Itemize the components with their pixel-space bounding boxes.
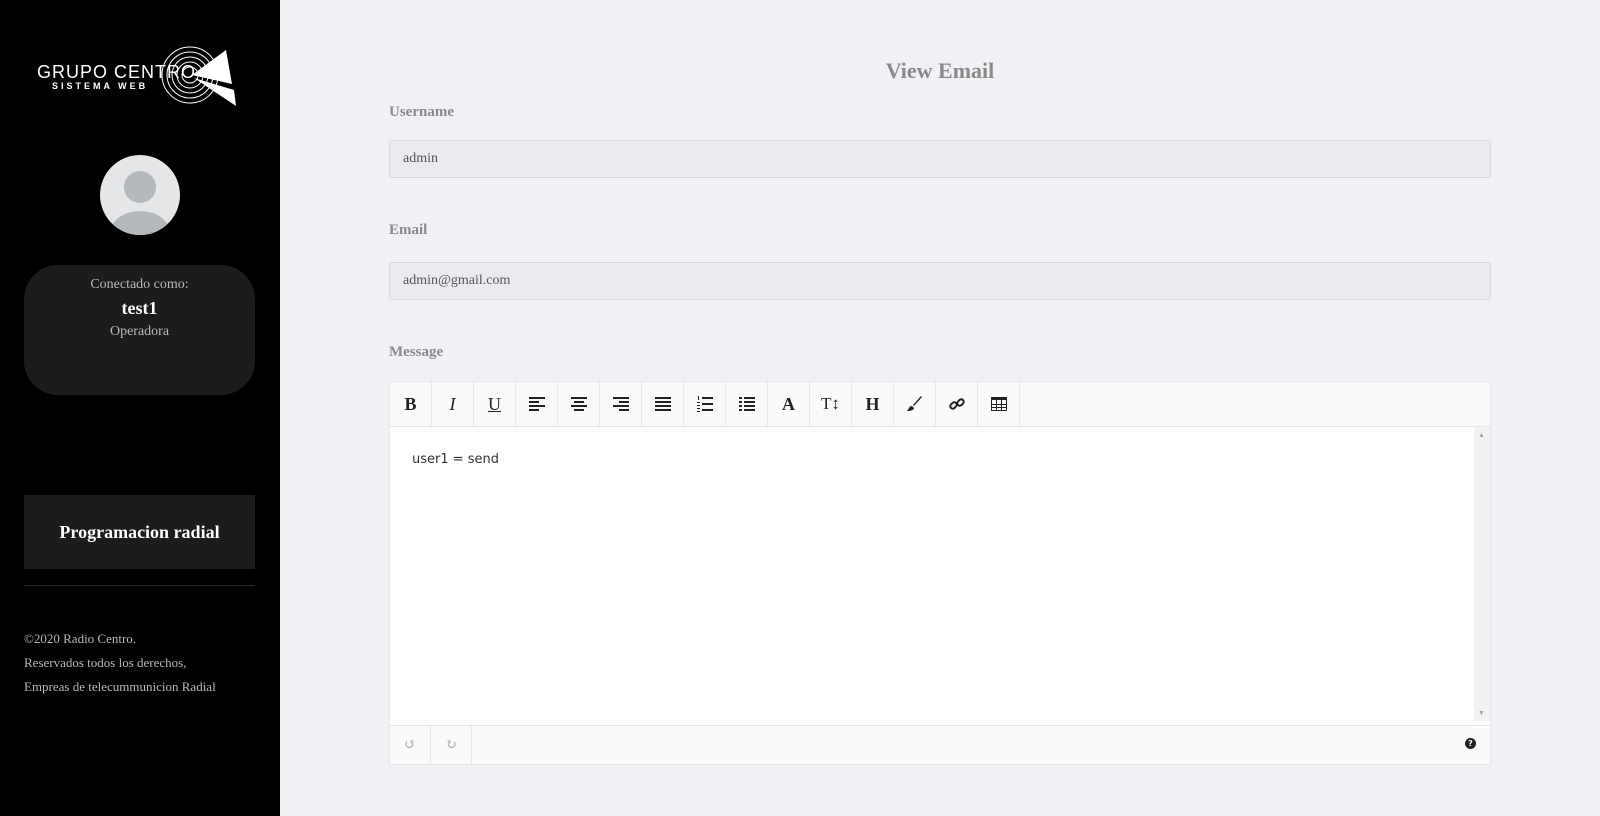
footer-copyright: ©2020 Radio Centro.: [24, 631, 137, 646]
align-right-icon[interactable]: [600, 382, 642, 426]
link-icon[interactable]: [936, 382, 978, 426]
logo-mark-icon: [161, 46, 236, 106]
sidebar-divider: [24, 585, 255, 586]
help-icon[interactable]: ?: [1465, 738, 1476, 749]
email-field[interactable]: [389, 262, 1491, 300]
user-name: test1: [121, 298, 158, 318]
user-card: Conectado como: test1 Operadora: [24, 265, 255, 395]
main-content: View Email Username Email Message B I U: [280, 0, 1600, 816]
scroll-up-icon[interactable]: ▲: [1478, 431, 1485, 439]
message-editor[interactable]: B I U A T↕ H user1 = send ▲ ▼ ↺ ↻ ?: [389, 381, 1491, 765]
logo: GRUPO CENTRO SISTEMA WEB: [30, 42, 250, 112]
bold-icon[interactable]: B: [390, 382, 432, 426]
editor-statusbar: ↺ ↻ ?: [390, 725, 1490, 764]
undo-icon[interactable]: ↺: [390, 726, 431, 764]
editor-content[interactable]: user1 = send: [412, 452, 499, 467]
text-height-icon[interactable]: T↕: [810, 382, 852, 426]
footer-rights: Reservados todos los derechos,: [24, 655, 187, 670]
username-label: Username: [389, 104, 454, 120]
header-icon[interactable]: H: [852, 382, 894, 426]
nav-item-programacion-radial[interactable]: Programacion radial: [24, 495, 255, 569]
avatar: [100, 155, 180, 235]
underline-icon[interactable]: U: [474, 382, 516, 426]
email-label: Email: [389, 222, 428, 238]
brush-icon[interactable]: [894, 382, 936, 426]
message-label: Message: [389, 344, 444, 360]
ordered-list-icon[interactable]: [684, 382, 726, 426]
redo-icon[interactable]: ↻: [431, 726, 472, 764]
username-field[interactable]: [389, 140, 1491, 178]
editor-toolbar: B I U A T↕ H: [390, 382, 1490, 427]
scroll-down-icon[interactable]: ▼: [1478, 709, 1485, 717]
italic-icon[interactable]: I: [432, 382, 474, 426]
sidebar: GRUPO CENTRO SISTEMA WEB Conectado como:…: [0, 0, 280, 816]
table-icon[interactable]: [978, 382, 1020, 426]
connected-label: Conectado como:: [90, 277, 189, 292]
font-icon[interactable]: A: [768, 382, 810, 426]
unordered-list-icon[interactable]: [726, 382, 768, 426]
align-left-icon[interactable]: [516, 382, 558, 426]
align-center-icon[interactable]: [558, 382, 600, 426]
page-title: View Email: [885, 58, 995, 83]
editor-scrollbar[interactable]: ▲ ▼: [1474, 427, 1490, 721]
sidebar-footer: ©2020 Radio Centro. Reservados todos los…: [24, 627, 216, 699]
align-justify-icon[interactable]: [642, 382, 684, 426]
footer-company: Empreas de telecummunicion Radial: [24, 679, 216, 694]
user-role: Operadora: [109, 324, 170, 339]
logo-subtitle: SISTEMA WEB: [52, 81, 149, 91]
